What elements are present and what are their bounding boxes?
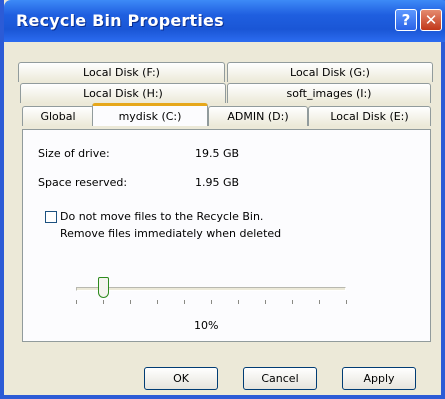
tab-mydisk-c[interactable]: mydisk (C:) xyxy=(92,103,208,126)
close-icon: ✕ xyxy=(424,11,438,29)
apply-button[interactable]: Apply xyxy=(342,367,416,390)
close-button[interactable]: ✕ xyxy=(420,9,442,31)
space-reserved-value: 1.95 GB xyxy=(195,176,240,189)
reserve-percent: 10% xyxy=(194,319,219,332)
cancel-label: Cancel xyxy=(261,372,299,385)
slider-tick xyxy=(292,300,293,304)
do-not-move-label[interactable]: Do not move files to the Recycle Bin. xyxy=(60,210,263,223)
tab-local-disk-f[interactable]: Local Disk (F:) xyxy=(18,62,225,82)
tab-label: Local Disk (G:) xyxy=(290,66,370,79)
ok-label: OK xyxy=(173,372,189,385)
tab-global[interactable]: Global xyxy=(22,106,94,126)
space-reserved-label: Space reserved: xyxy=(38,176,128,189)
tab-local-disk-h[interactable]: Local Disk (H:) xyxy=(20,83,226,103)
tab-label: Local Disk (F:) xyxy=(83,66,160,79)
help-button[interactable]: ? xyxy=(395,9,417,31)
remove-immediately-label: Remove files immediately when deleted xyxy=(60,227,282,240)
help-icon: ? xyxy=(401,11,411,29)
tab-admin-d[interactable]: ADMIN (D:) xyxy=(208,106,308,126)
slider-tick xyxy=(103,300,104,304)
tab-label: soft_images (I:) xyxy=(286,87,372,100)
ok-button[interactable]: OK xyxy=(144,367,218,390)
drive-size-value: 19.5 GB xyxy=(195,147,240,160)
slider-tick xyxy=(184,300,185,304)
slider-tick xyxy=(346,300,347,304)
tab-local-disk-e[interactable]: Local Disk (E:) xyxy=(308,106,431,126)
slider-tick xyxy=(265,300,266,304)
tab-local-disk-g[interactable]: Local Disk (G:) xyxy=(227,62,433,82)
tab-label: Global xyxy=(40,110,76,123)
drive-size-label: Size of drive: xyxy=(38,147,110,160)
slider-tick xyxy=(238,300,239,304)
title-bar[interactable]: Recycle Bin Properties ? ✕ xyxy=(4,0,445,42)
cancel-button[interactable]: Cancel xyxy=(243,367,317,390)
do-not-move-checkbox[interactable] xyxy=(45,211,57,223)
slider-tick xyxy=(157,300,158,304)
apply-label: Apply xyxy=(363,372,395,385)
slider-tick xyxy=(319,300,320,304)
slider-tick xyxy=(211,300,212,304)
reserve-slider-thumb[interactable] xyxy=(98,277,109,298)
properties-window: Recycle Bin Properties ? ✕ Local Disk (F… xyxy=(0,0,445,399)
tab-label: Local Disk (H:) xyxy=(83,87,163,100)
tab-label: Local Disk (E:) xyxy=(330,110,409,123)
reserve-slider-track[interactable] xyxy=(76,287,346,291)
window-title: Recycle Bin Properties xyxy=(16,11,224,30)
tab-soft-images-i[interactable]: soft_images (I:) xyxy=(227,83,431,103)
tab-label: ADMIN (D:) xyxy=(227,110,289,123)
slider-tick xyxy=(76,300,77,304)
slider-tick xyxy=(130,300,131,304)
tab-label: mydisk (C:) xyxy=(118,109,182,123)
